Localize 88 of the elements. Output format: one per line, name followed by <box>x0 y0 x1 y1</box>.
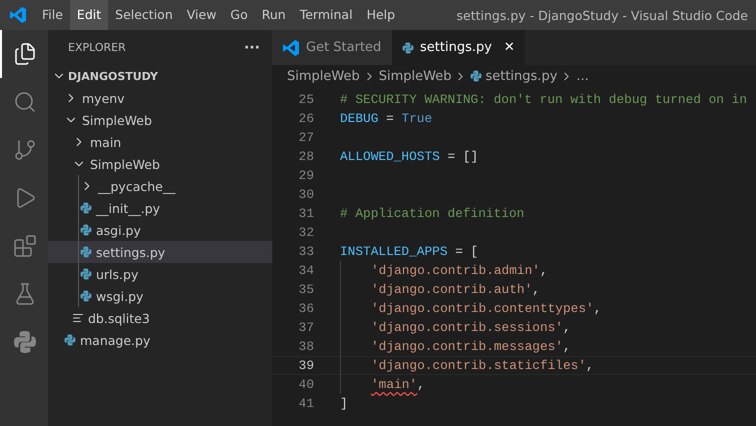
breadcrumb-item[interactable]: ... <box>576 68 589 84</box>
line-number: 29 <box>298 168 314 183</box>
workspace-header[interactable]: DJANGOSTUDY <box>48 65 272 87</box>
code-token: 'django.contrib.admin' <box>371 263 540 278</box>
code-token: , <box>417 377 425 392</box>
code-token: , <box>540 263 548 278</box>
line-number: 26 <box>298 111 314 126</box>
menu-item[interactable]: Terminal <box>292 0 360 30</box>
breadcrumb-item[interactable]: SimpleWeb <box>287 68 360 84</box>
line-number: 33 <box>298 244 314 259</box>
line-number: 40 <box>298 377 314 392</box>
editor-tab[interactable]: Get Started <box>272 30 392 65</box>
branch-icon <box>13 138 37 162</box>
code-token: DEBUG <box>340 111 378 126</box>
python-file-icon <box>470 70 482 82</box>
menu-item[interactable]: Go <box>223 0 255 30</box>
python-file-icon <box>64 334 76 346</box>
code-token: , <box>594 301 602 316</box>
tree-item[interactable]: SimpleWeb <box>48 109 272 131</box>
python-file-icon <box>80 202 92 214</box>
line-number: 25 <box>298 92 314 107</box>
more-actions-button[interactable]: ··· <box>244 40 260 56</box>
tree-item[interactable]: SimpleWeb <box>48 153 272 175</box>
line-number: 27 <box>298 130 314 145</box>
line-number: 41 <box>298 396 314 411</box>
text-file-icon <box>72 312 84 324</box>
python-file-icon <box>80 224 92 236</box>
code-token: ] <box>340 396 348 411</box>
python-file-icon <box>80 290 92 302</box>
tree-item[interactable]: manage.py <box>48 329 272 351</box>
code-token: # SECURITY WARNING: don't run with debug turned on in <box>340 92 748 107</box>
close-icon[interactable]: ✕ <box>504 40 515 55</box>
editor-tab[interactable]: settings.py ✕ <box>392 30 525 65</box>
menu-item[interactable]: Run <box>254 0 293 30</box>
code-token: = <box>385 111 395 126</box>
menu-item[interactable]: File <box>35 0 70 30</box>
code-token: 'django.contrib.contenttypes' <box>371 301 594 316</box>
code-token: , <box>563 339 571 354</box>
line-number: 28 <box>298 149 314 164</box>
search-icon <box>13 90 37 114</box>
code-token: True <box>401 111 432 126</box>
line-number: 38 <box>298 339 314 354</box>
code-token: , <box>563 320 571 335</box>
code-token: 'django.contrib.auth' <box>371 282 532 297</box>
tree-item[interactable]: wsgi.py <box>48 285 272 307</box>
line-number: 39 <box>298 358 314 373</box>
code-token: 'main' <box>371 377 418 392</box>
tree-item[interactable]: myenv <box>48 87 272 109</box>
app-logo-icon <box>282 38 300 56</box>
menu-item[interactable]: View <box>180 0 224 30</box>
panel-title: EXPLORER <box>68 41 126 54</box>
python-file-icon <box>80 268 92 280</box>
tree-item[interactable]: main <box>48 131 272 153</box>
tree-item[interactable]: urls.py <box>48 263 272 285</box>
code-token: INSTALLED_APPS <box>340 244 448 259</box>
tree-item[interactable]: settings.py <box>48 241 272 263</box>
breadcrumb-item[interactable]: settings.py <box>485 68 558 84</box>
python-file-icon <box>402 42 414 54</box>
code-token: , <box>532 282 540 297</box>
python-file-icon <box>80 246 92 258</box>
line-number: 36 <box>298 301 314 316</box>
code-token: # Application definition <box>340 206 524 221</box>
line-number: 32 <box>298 225 314 240</box>
window-title: settings.py - DjangoStudy - Visual Studio Code <box>456 8 748 22</box>
line-number: 31 <box>298 206 314 221</box>
line-number: 30 <box>298 187 314 202</box>
tree-item[interactable]: __pycache__ <box>48 175 272 197</box>
tree-item[interactable]: asgi.py <box>48 219 272 241</box>
app-logo-icon <box>8 6 26 24</box>
code-token: 'django.contrib.messages' <box>371 339 563 354</box>
code-token: = [] <box>446 149 478 164</box>
blocks-icon <box>13 234 37 258</box>
menu-item[interactable]: Edit <box>70 0 108 30</box>
menu-item[interactable]: Help <box>360 0 402 30</box>
line-number: 35 <box>298 282 314 297</box>
code-token: 'django.contrib.sessions' <box>371 320 563 335</box>
files-icon <box>13 42 37 66</box>
code-token: 'django.contrib.staticfiles' <box>371 358 586 373</box>
menu-item[interactable]: Selection <box>108 0 180 30</box>
code-token: = [ <box>454 244 478 259</box>
code-token: ALLOWED_HOSTS <box>340 149 440 164</box>
tree-item[interactable]: db.sqlite3 <box>48 307 272 329</box>
line-number: 37 <box>298 320 314 335</box>
tree-item[interactable]: __init__.py <box>48 197 272 219</box>
python-icon <box>13 330 37 354</box>
breadcrumb-item[interactable]: SimpleWeb <box>378 68 452 84</box>
code-token: , <box>586 358 594 373</box>
line-number: 34 <box>298 263 314 278</box>
